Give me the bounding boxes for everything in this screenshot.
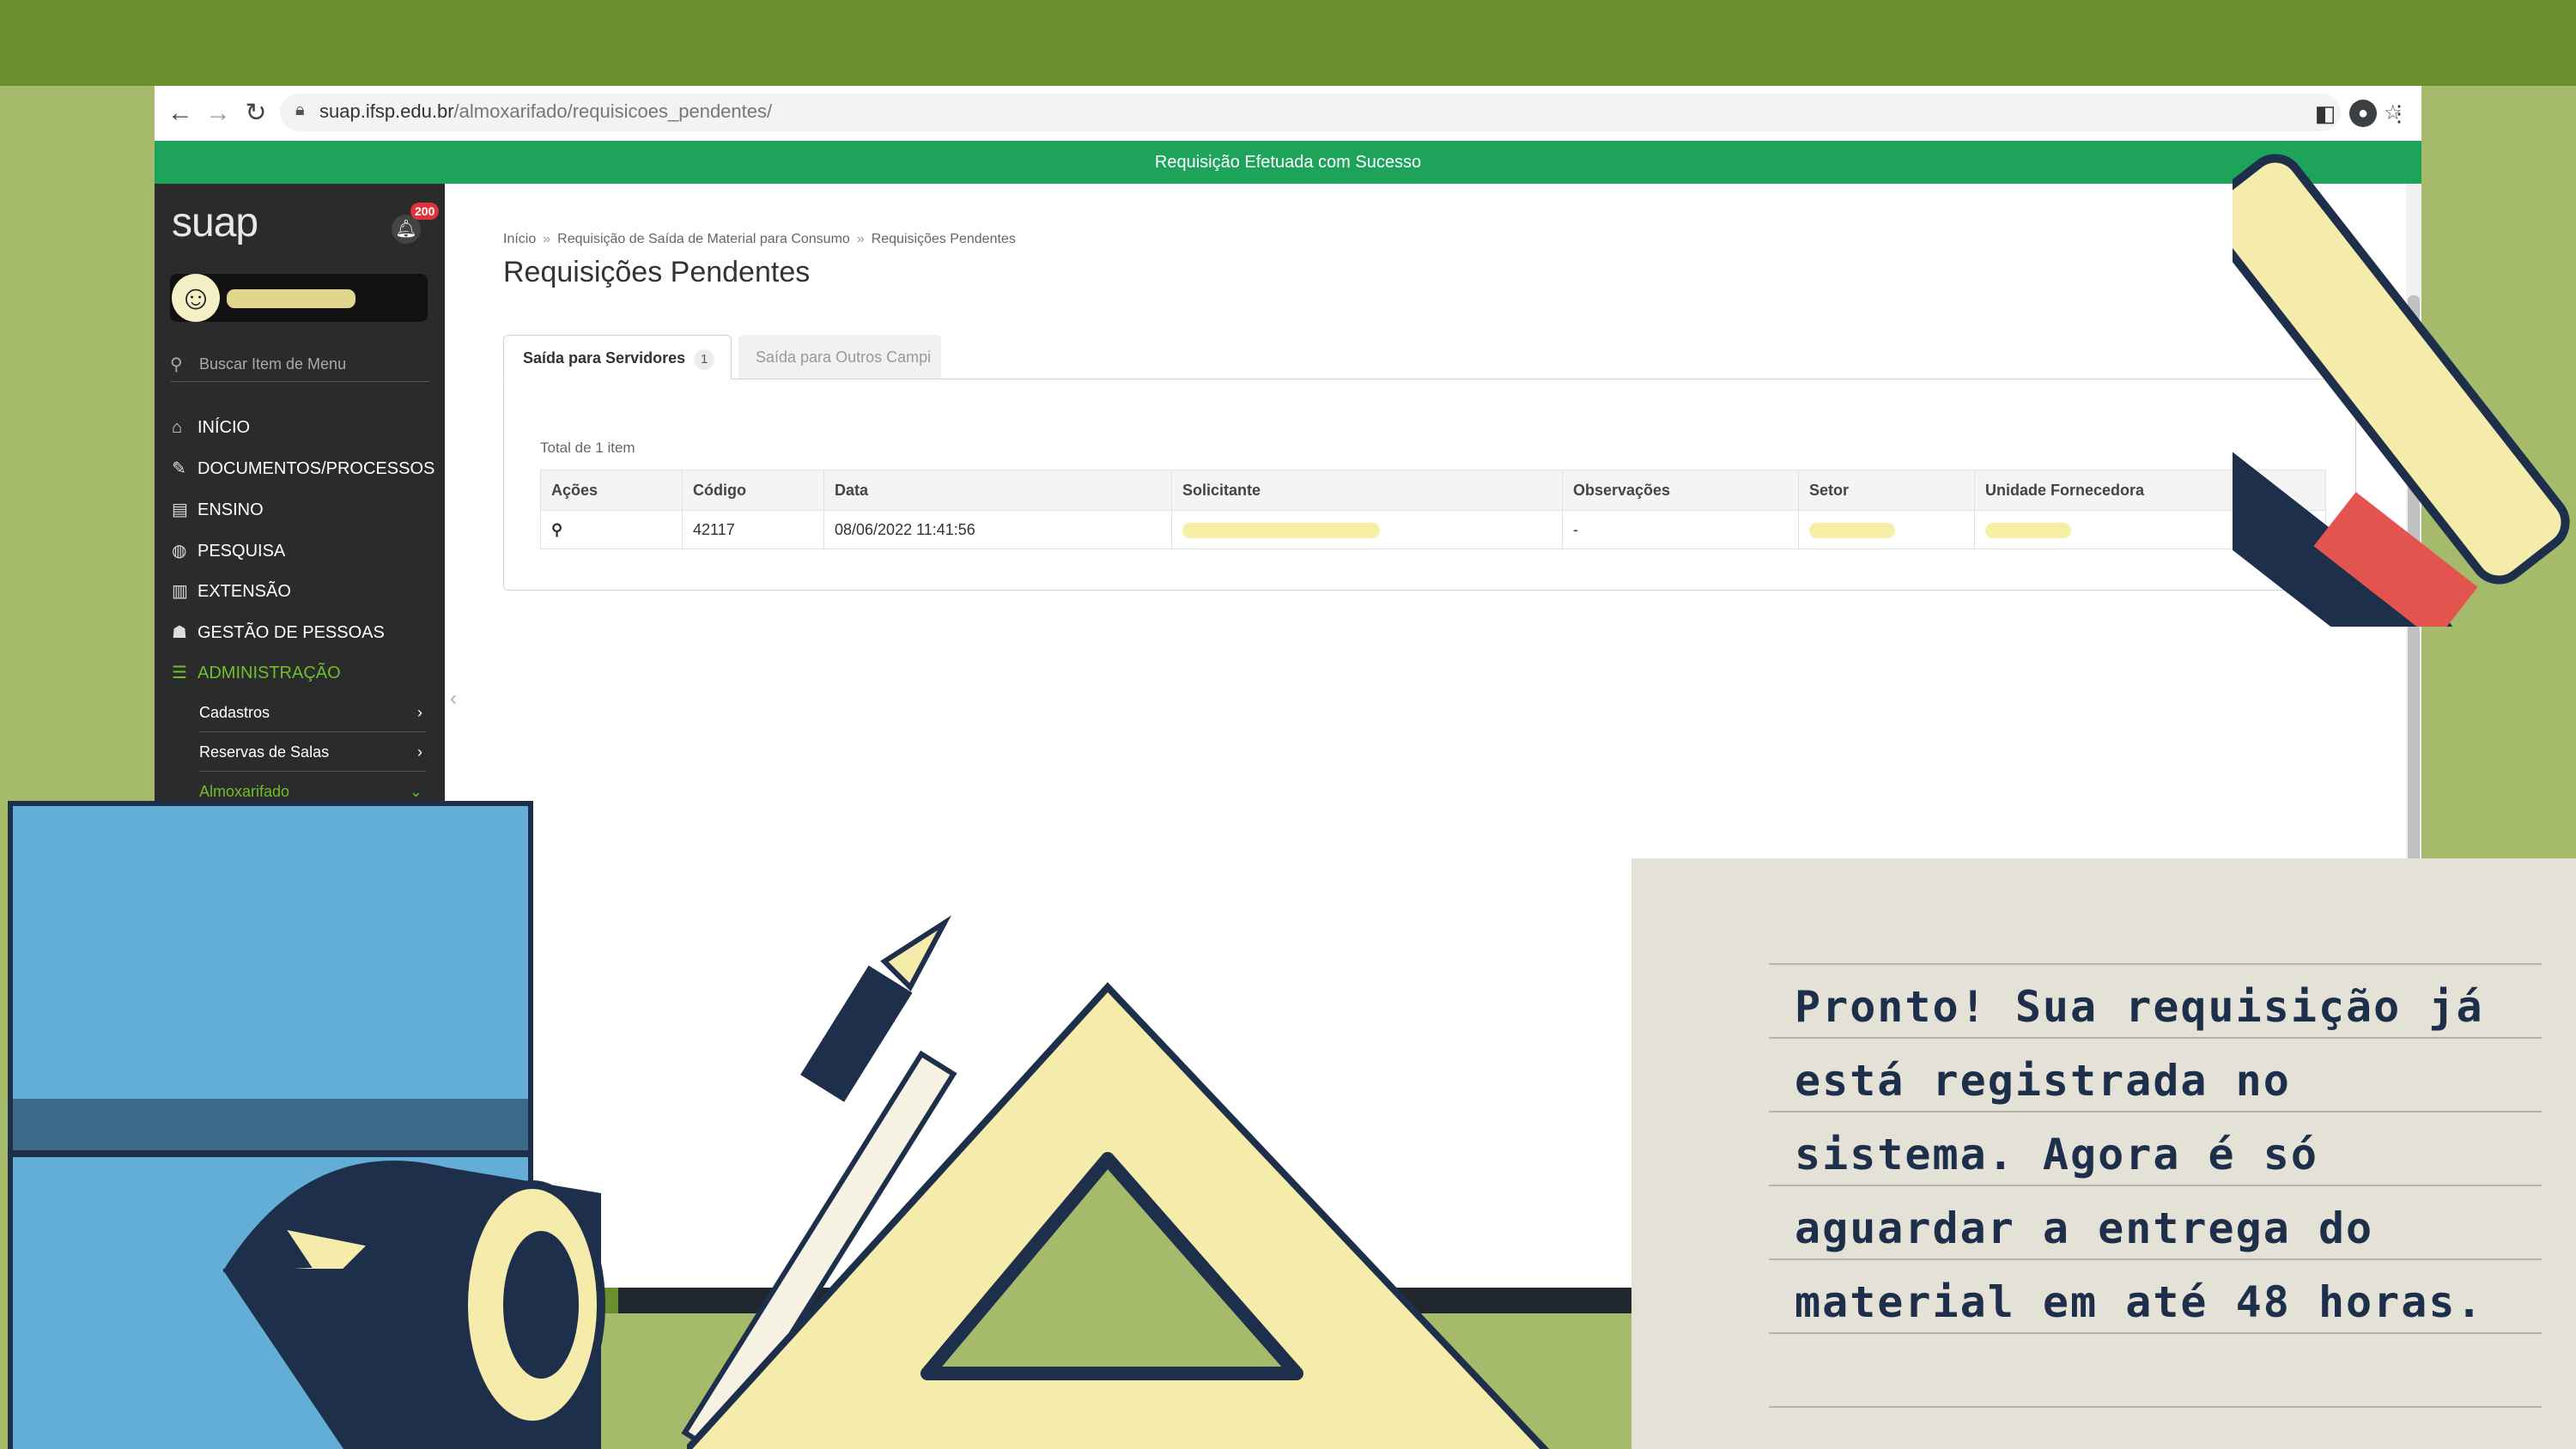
menu-search[interactable]: ⚲ Buscar Item de Menu: [170, 350, 429, 382]
table-row: ⚲ 42117 08/06/2022 11:41:56 -: [540, 510, 2326, 549]
note-line: sistema. Agora é só: [1795, 1130, 2318, 1179]
sidebar-item-ensino[interactable]: ▤ ENSINO: [172, 493, 264, 527]
column-header[interactable]: Código: [682, 470, 824, 511]
note-line: aguardar a entrega do: [1795, 1203, 2374, 1253]
home-icon: ⌂: [172, 418, 183, 437]
success-banner: Requisição Efetuada com Sucesso: [155, 141, 2421, 184]
sidebar-item-label: EXTENSÃO: [197, 582, 291, 601]
lock-icon: 🔒︎: [295, 100, 305, 119]
table-header-row: Ações Código Data Solicitante Observaçõe…: [540, 470, 2326, 511]
tab-saida-servidores[interactable]: Saída para Servidores 1: [503, 335, 732, 379]
sidebar-item-label: GESTÃO DE PESSOAS: [197, 623, 385, 642]
paper-rule: [1769, 963, 2542, 965]
sidebar-item-label: ENSINO: [197, 500, 264, 519]
list-icon: ☰: [172, 664, 187, 682]
url-text: suap.ifsp.edu.br/almoxarifado/requisicoe…: [319, 100, 772, 123]
menu-search-placeholder: Buscar Item de Menu: [199, 355, 347, 373]
suap-logo[interactable]: suap: [172, 199, 258, 246]
column-header[interactable]: Solicitante: [1171, 470, 1563, 511]
people-icon: ☗: [172, 623, 187, 642]
sidebar-item-pesquisa[interactable]: ◍ PESQUISA: [172, 534, 285, 568]
avatar-icon: ☺: [172, 274, 220, 322]
chevron-right-icon: ›: [417, 704, 422, 721]
note-text: Pronto! Sua requisição já está registrad…: [1795, 970, 2550, 1339]
url-domain: suap.ifsp.edu.br: [319, 100, 454, 122]
forward-icon[interactable]: →: [203, 98, 234, 129]
redacted-username: [227, 289, 355, 308]
address-bar[interactable]: 🔒︎ suap.ifsp.edu.br/almoxarifado/requisi…: [280, 94, 2403, 131]
submenu-label: Cadastros: [199, 704, 270, 721]
redacted-unidade: [1985, 522, 2071, 538]
column-header[interactable]: Ações: [540, 470, 683, 511]
column-header[interactable]: Setor: [1798, 470, 1975, 511]
total-count: Total de 1 item: [540, 440, 635, 456]
redacted-solicitante: [1182, 522, 1380, 538]
tab-label: Saída para Servidores: [523, 349, 686, 367]
sidebar-item-label: PESQUISA: [197, 542, 286, 561]
document-icon: ✎: [172, 459, 186, 478]
user-profile[interactable]: ☺: [170, 274, 428, 322]
sidebar-item-documentos[interactable]: ✎ DOCUMENTOS/PROCESSOS: [172, 452, 434, 486]
sidebar-item-extensao[interactable]: ▥ EXTENSÃO: [172, 574, 291, 609]
redacted-setor: [1809, 522, 1895, 538]
data-cell: 08/06/2022 11:41:56: [823, 510, 1172, 549]
chevron-right-icon: ›: [417, 743, 422, 761]
sidebar-item-label: INÍCIO: [197, 418, 251, 437]
url-path: /almoxarifado/requisicoes_pendentes/: [453, 100, 773, 122]
submenu-reservas-salas[interactable]: Reservas de Salas ›: [199, 733, 426, 772]
breadcrumb-item[interactable]: Requisição de Saída de Material para Con…: [557, 232, 850, 246]
sidebar-item-administracao[interactable]: ☰ ADMINISTRAÇÃO: [172, 656, 341, 690]
column-header[interactable]: Data: [823, 470, 1172, 511]
tab-label: Saída para Outros Campi: [756, 349, 932, 366]
tape-illustration: [8, 801, 605, 1449]
column-header[interactable]: Observações: [1562, 470, 1799, 511]
paper-rule: [1769, 1406, 2542, 1408]
breadcrumb: Início» Requisição de Saída de Material p…: [503, 232, 1016, 246]
breadcrumb-item[interactable]: Início: [503, 232, 536, 246]
notification-badge: 200: [410, 203, 440, 220]
solicitante-cell[interactable]: [1171, 510, 1563, 549]
setor-cell: [1798, 510, 1975, 549]
sidebar-item-inicio[interactable]: ⌂ INÍCIO: [172, 410, 250, 445]
sidebar-item-label: DOCUMENTOS/PROCESSOS: [197, 459, 435, 478]
note-paper: Pronto! Sua requisição já está registrad…: [1631, 858, 2576, 1449]
tab-count-badge: 1: [694, 349, 715, 370]
breadcrumb-item: Requisições Pendentes: [871, 232, 1016, 246]
actions-cell: ⚲: [540, 510, 683, 549]
page-title: Requisições Pendentes: [503, 256, 811, 288]
browser-toolbar: ← → ↻ 🔒︎ suap.ifsp.edu.br/almoxarifado/r…: [155, 86, 2421, 142]
requisitions-table: Ações Código Data Solicitante Observaçõe…: [540, 470, 2326, 549]
building-icon: ▥: [172, 582, 188, 601]
globe-icon: ◍: [172, 542, 187, 561]
back-icon[interactable]: ←: [165, 98, 196, 129]
triangle-ruler-illustration: [687, 982, 1550, 1449]
ensino-icon: ▤: [172, 500, 188, 519]
codigo-cell: 42117: [682, 510, 824, 549]
note-line: Pronto! Sua requisição já: [1795, 982, 2484, 1032]
tab-panel: Total de 1 item Ações Código Data Solici…: [503, 379, 2356, 591]
note-line: está registrada no: [1795, 1056, 2291, 1106]
search-icon: ⚲: [170, 355, 183, 374]
note-line: material em até 48 horas.: [1795, 1277, 2484, 1327]
search-icon[interactable]: ⚲: [551, 521, 562, 538]
sidebar-item-label: ADMINISTRAÇÃO: [197, 664, 341, 682]
reload-icon[interactable]: ↻: [240, 98, 271, 129]
marker-illustration: [2233, 154, 2570, 627]
submenu-label: Reservas de Salas: [199, 743, 330, 761]
sidebar-item-gestao-pessoas[interactable]: ☗ GESTÃO DE PESSOAS: [172, 615, 385, 650]
submenu-cadastros[interactable]: Cadastros ›: [199, 694, 426, 732]
observacoes-cell: -: [1562, 510, 1799, 549]
tab-saida-outros-campi[interactable]: Saída para Outros Campi: [738, 335, 941, 379]
